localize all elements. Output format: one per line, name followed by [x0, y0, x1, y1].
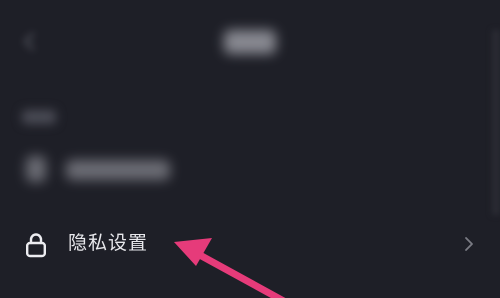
blurred-row-icon	[26, 156, 46, 182]
lock-icon	[26, 233, 47, 258]
scrollbar	[492, 30, 500, 215]
settings-screen: 隐私设置	[0, 0, 500, 298]
privacy-settings-row[interactable]: 隐私设置	[0, 218, 500, 270]
chevron-right-icon	[465, 237, 473, 251]
blurred-section-label	[22, 110, 56, 124]
privacy-settings-label: 隐私设置	[68, 232, 149, 254]
blurred-header	[0, 0, 500, 90]
blurred-row-label[interactable]	[66, 160, 170, 180]
back-icon[interactable]	[22, 32, 40, 52]
blurred-page-title	[224, 30, 276, 54]
